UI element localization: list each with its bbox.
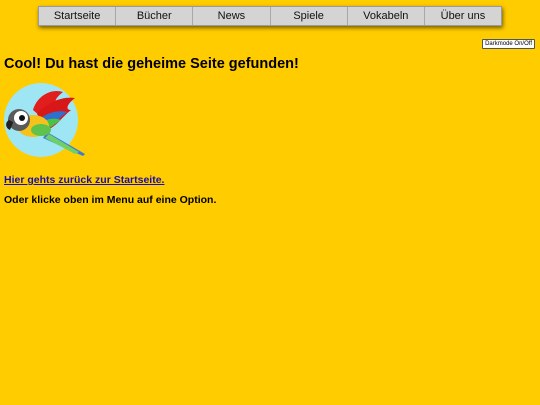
parrot-icon	[4, 83, 85, 157]
nav-item-startseite[interactable]: Startseite	[39, 7, 117, 25]
nav-item-news[interactable]: News	[193, 7, 271, 25]
darkmode-toggle-button[interactable]: Darkmode On/Off	[482, 39, 535, 49]
nav-item-spiele[interactable]: Spiele	[271, 7, 348, 25]
nav-item-vokabeln[interactable]: Vokabeln	[348, 7, 425, 25]
nav-item-ueber-uns[interactable]: Über uns	[425, 7, 501, 25]
menu-hint-text: Oder klicke oben im Menu auf eine Option…	[4, 194, 217, 206]
back-to-home-link[interactable]: Hier gehts zurück zur Startseite.	[4, 174, 164, 186]
main-nav: Startseite Bücher News Spiele Vokabeln Ü…	[38, 6, 502, 26]
page-title: Cool! Du hast die geheime Seite gefunden…	[4, 56, 299, 72]
page: Startseite Bücher News Spiele Vokabeln Ü…	[0, 0, 540, 405]
nav-item-buecher[interactable]: Bücher	[116, 7, 194, 25]
